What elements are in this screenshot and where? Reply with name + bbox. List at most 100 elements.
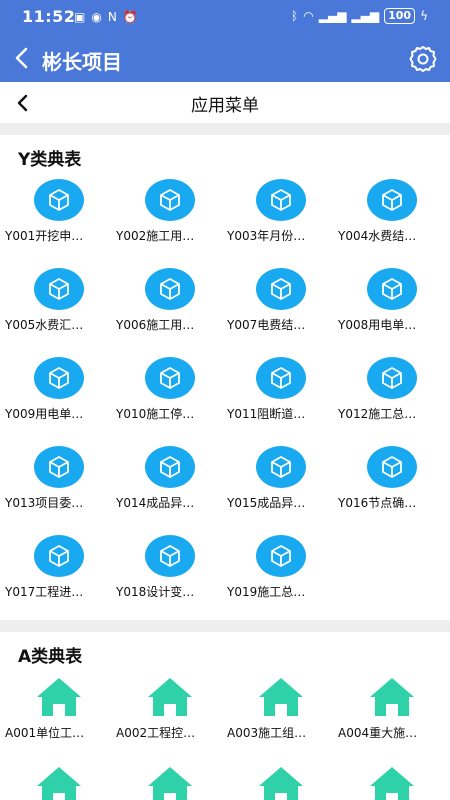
nfc-icon: Ν [107,10,117,24]
menu-item[interactable]: Y001开挖申… [3,179,114,243]
menu-item-label: Y010施工停… [116,407,195,421]
cube-icon [34,535,84,577]
cube-icon [256,268,306,310]
house-icon [34,765,84,800]
cube-icon [367,179,417,221]
menu-item[interactable]: Y012施工总… [336,357,447,421]
menu-item[interactable]: Y003年月份… [225,179,336,243]
menu-item[interactable]: Y006施工用… [114,268,225,332]
house-icon [256,676,306,718]
cube-icon [367,268,417,310]
cube-icon [145,446,195,488]
menu-item-label: Y007电费结… [227,318,306,332]
status-left-icons: ▣ ◉ Ν ⏰ [74,9,138,25]
menu-item[interactable]: Y018设计变… [114,535,225,599]
bluetooth-icon: ᛒ [291,9,299,23]
menu-item-label: Y003年月份… [227,229,306,243]
app-header: 彬长项目 [0,36,450,82]
cube-icon [34,179,84,221]
menu-grid: A001单位工… A002工程控… A003施工组… A004重大施… [0,676,450,800]
menu-item-label: Y017工程进… [5,585,84,599]
signal-icon-2: ▂▄▆ [351,9,380,23]
menu-item[interactable]: A004重大施… [336,676,447,740]
cube-icon [145,268,195,310]
menu-item-label: A004重大施… [338,726,418,740]
cube-icon [145,535,195,577]
menu-item[interactable]: Y005水费汇… [3,268,114,332]
wifi-icon: ◠ [303,9,314,23]
menu-item-label: Y018设计变… [116,585,195,599]
house-icon [367,676,417,718]
menu-item[interactable]: Y015成品异… [225,446,336,510]
cube-icon [256,357,306,399]
status-time: 11:52 [22,7,76,26]
menu-item-label: Y014成品异… [116,496,195,510]
alarm-icon: ⏰ [122,10,138,24]
page-title: 彬长项目 [42,50,122,74]
menu-item[interactable]: A002工程控… [114,676,225,740]
section-title: Y类典表 [18,150,82,170]
menu-item[interactable]: Y009用电单… [3,357,114,421]
menu-item-label: Y012施工总… [338,407,417,421]
menu-item[interactable]: A001单位工… [3,676,114,740]
menu-item-label: Y009用电单… [5,407,84,421]
house-icon [34,676,84,718]
menu-item[interactable]: Y002施工用… [114,179,225,243]
cube-icon [256,446,306,488]
eye-icon: ◉ [91,10,102,24]
menu-item-label: Y002施工用… [116,229,195,243]
message-icon: ▣ [74,10,86,24]
menu-item-label: Y019施工总… [227,585,306,599]
back-icon[interactable] [10,44,34,72]
menu-item[interactable]: Y004水费结… [336,179,447,243]
section-a-tables: A类典表 A001单位工… A002工程控… A003施工组… A004重大施… [0,632,450,800]
menu-item[interactable] [3,765,114,800]
charging-icon: ϟ [420,9,428,23]
menu-item[interactable]: Y017工程进… [3,535,114,599]
menu-item[interactable] [336,765,447,800]
menu-item[interactable]: Y019施工总… [225,535,336,599]
menu-item-label: A001单位工… [5,726,85,740]
house-icon [256,765,306,800]
menu-item-label: A003施工组… [227,726,307,740]
menu-item[interactable]: Y010施工停… [114,357,225,421]
status-bar: 11:52 ▣ ◉ Ν ⏰ ᛒ ◠ ▂▄▆ ▂▄▆ 100 ϟ [0,0,450,36]
cube-icon [34,268,84,310]
menu-item[interactable]: A003施工组… [225,676,336,740]
cube-icon [367,357,417,399]
menu-item-label: Y015成品异… [227,496,306,510]
menu-item-label: Y016节点确… [338,496,417,510]
status-right-icons: ᛒ ◠ ▂▄▆ ▂▄▆ 100 ϟ [291,8,428,24]
menu-item-label: Y013项目委… [5,496,84,510]
gear-icon[interactable] [408,44,438,74]
menu-item[interactable] [225,765,336,800]
menu-item-label: Y001开挖申… [5,229,84,243]
house-icon [145,765,195,800]
cube-icon [34,446,84,488]
menu-subheader: 应用菜单 [0,82,450,123]
cube-icon [145,179,195,221]
cube-icon [256,179,306,221]
menu-item[interactable]: Y013项目委… [3,446,114,510]
cube-icon [145,357,195,399]
menu-item[interactable]: Y016节点确… [336,446,447,510]
menu-item-label: Y006施工用… [116,318,195,332]
menu-grid: Y001开挖申… Y002施工用… Y003年月份… Y004水费结… Y005水费汇…… [0,179,450,599]
menu-item[interactable]: Y011阻断道… [225,357,336,421]
signal-icon: ▂▄▆ [318,9,347,23]
battery-icon: 100 [384,8,416,24]
menu-item[interactable]: Y007电费结… [225,268,336,332]
house-icon [367,765,417,800]
menu-item-label: Y011阻断道… [227,407,306,421]
menu-item[interactable]: Y014成品异… [114,446,225,510]
section-y-tables: Y类典表 Y001开挖申… Y002施工用… Y003年月份… Y004水费结… Y00… [0,135,450,620]
cube-icon [256,535,306,577]
menu-item[interactable] [114,765,225,800]
section-title: A类典表 [18,647,83,667]
menu-item-label: A002工程控… [116,726,196,740]
section-divider [0,620,450,632]
menu-title: 应用菜单 [191,96,259,116]
menu-item-label: Y008用电单… [338,318,417,332]
cube-icon [367,446,417,488]
menu-item[interactable]: Y008用电单… [336,268,447,332]
